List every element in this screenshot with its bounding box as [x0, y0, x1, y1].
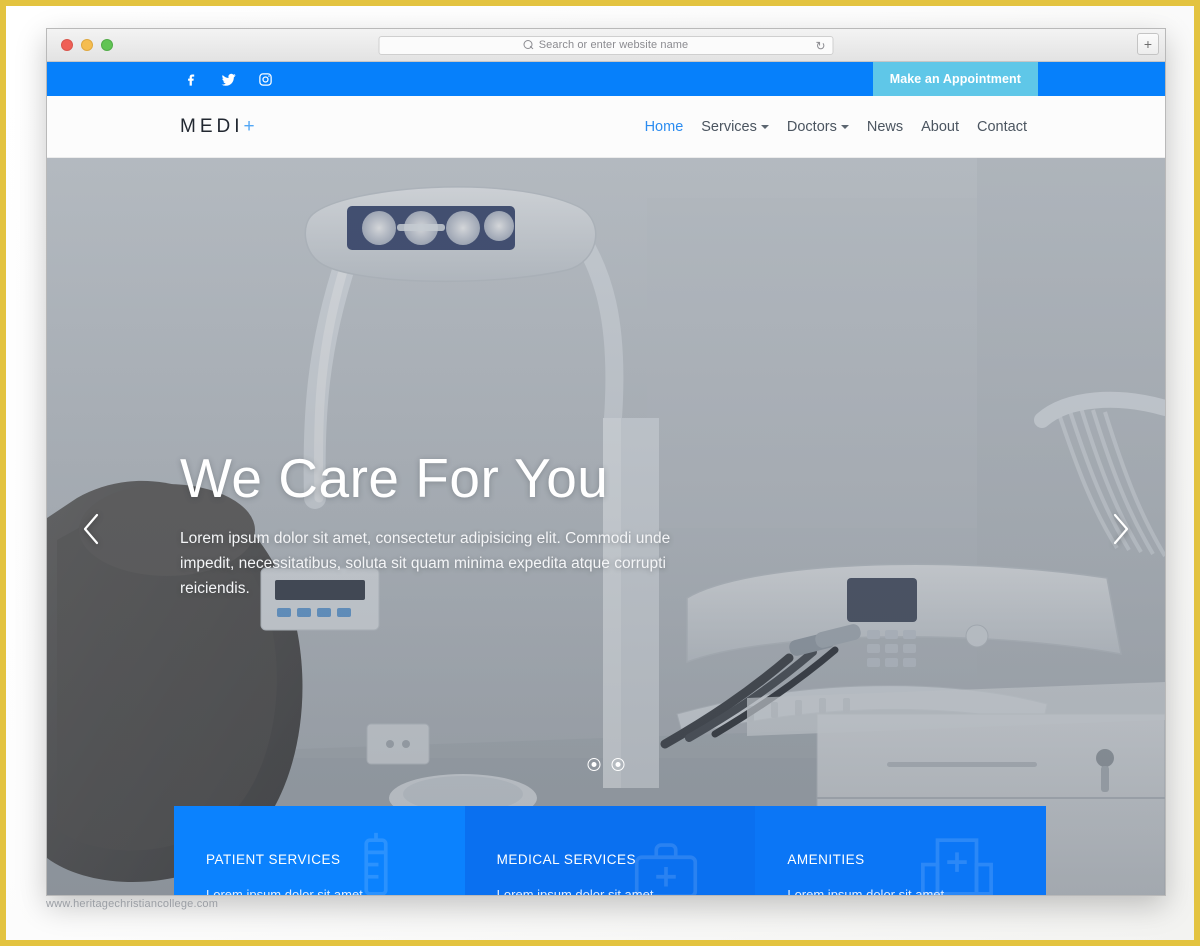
service-card-amenities[interactable]: AMENITIES Lorem ipsum dolor sit amet, [755, 806, 1046, 895]
site-topbar: Make an Appointment [47, 62, 1165, 96]
service-card-text: Lorem ipsum dolor sit amet, [787, 887, 948, 895]
nav-item-contact[interactable]: Contact [977, 119, 1027, 135]
nav-item-label: Services [701, 118, 757, 135]
nav-item-about[interactable]: About [921, 119, 959, 135]
minimize-window-button[interactable] [81, 39, 93, 51]
logo-text: MEDI [180, 115, 244, 137]
close-window-button[interactable] [61, 39, 73, 51]
nav-item-label: Contact [977, 118, 1027, 135]
service-card-title: AMENITIES [787, 852, 865, 867]
page-background: Search or enter website name ↻ + Make an… [6, 6, 1194, 940]
chevron-down-icon [760, 124, 769, 129]
service-card-text: Lorem ipsum dolor sit amet, [496, 887, 658, 895]
hero-carousel: We Care For You Lorem ipsum dolor sit am… [47, 158, 1165, 895]
nav-item-doctors[interactable]: Doctors [787, 119, 849, 135]
carousel-next-button[interactable] [1103, 512, 1137, 546]
nav-item-home[interactable]: Home [645, 119, 684, 135]
reload-icon[interactable]: ↻ [815, 39, 825, 53]
new-tab-label: + [1143, 36, 1153, 52]
carousel-dot-1[interactable] [587, 758, 601, 771]
window-controls [61, 39, 113, 51]
nav-item-label: About [921, 118, 960, 135]
address-bar[interactable]: Search or enter website name ↻ [378, 35, 834, 55]
service-card-title: MEDICAL SERVICES [496, 852, 636, 867]
carousel-prev-button[interactable] [75, 512, 109, 546]
page-watermark: www.heritagechristiancollege.com [46, 898, 219, 910]
instagram-icon[interactable] [256, 70, 274, 88]
nav-item-label: Doctors [786, 118, 837, 135]
hero-text-block: We Care For You Lorem ipsum dolor sit am… [180, 447, 700, 601]
make-an-appointment-button[interactable]: Make an Appointment [872, 62, 1038, 96]
facebook-icon[interactable] [182, 70, 200, 88]
new-tab-button[interactable]: + [1137, 33, 1159, 55]
maximize-window-button[interactable] [101, 39, 113, 51]
chevron-left-icon [83, 513, 99, 544]
logo-plus-icon: + [243, 115, 259, 137]
carousel-dot-2[interactable] [611, 758, 625, 771]
nav-item-label: News [866, 118, 904, 135]
browser-titlebar: Search or enter website name ↻ + [47, 29, 1165, 62]
site-navbar: MEDI+ Home Services Doctors News About C… [47, 96, 1165, 158]
chevron-down-icon [840, 124, 849, 129]
chevron-right-icon [1113, 513, 1129, 544]
nav-item-news[interactable]: News [867, 119, 903, 135]
address-bar-placeholder: Search or enter website name [538, 39, 689, 51]
twitter-icon[interactable] [219, 70, 237, 88]
service-card-patient-services[interactable]: PATIENT SERVICES Lorem ipsum dolor sit a… [174, 806, 465, 895]
carousel-indicators [587, 758, 625, 771]
site-logo[interactable]: MEDI+ [180, 116, 259, 138]
make-an-appointment-label: Make an Appointment [889, 72, 1021, 86]
social-links [182, 70, 274, 88]
hero-subtitle: Lorem ipsum dolor sit amet, consectetur … [180, 529, 671, 597]
page-viewport: Make an Appointment MEDI+ Home Services [47, 62, 1165, 895]
search-icon [523, 40, 534, 50]
service-card-text: Lorem ipsum dolor sit amet, [206, 887, 367, 895]
service-card-title: PATIENT SERVICES [206, 852, 341, 867]
main-navigation: Home Services Doctors News About Contact [645, 119, 1027, 135]
nav-item-label: Home [644, 118, 684, 135]
service-card-medical-services[interactable]: MEDICAL SERVICES Lorem ipsum dolor sit a… [464, 806, 756, 895]
browser-window: Search or enter website name ↻ + Make an… [46, 28, 1166, 896]
nav-item-services[interactable]: Services [701, 119, 769, 135]
hero-title: We Care For You [180, 447, 609, 509]
service-cards: PATIENT SERVICES Lorem ipsum dolor sit a… [174, 806, 1046, 895]
